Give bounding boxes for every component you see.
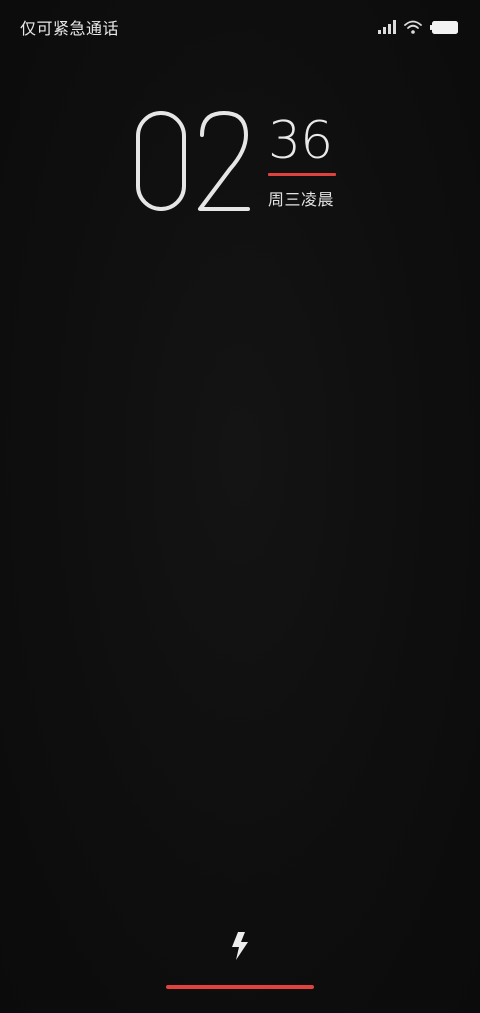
date-label: 周三凌晨 [268, 190, 335, 209]
clock-hours [130, 105, 255, 220]
wifi-icon [404, 20, 422, 34]
status-bar: 仅可紧急通话 [0, 0, 480, 52]
battery-icon [430, 20, 458, 34]
charging-progress-bar [166, 985, 314, 989]
clock-hours-digits [136, 111, 250, 211]
lightning-icon [232, 932, 248, 960]
lock-screen: 仅可紧急通话 36 周三凌晨 [0, 0, 480, 1013]
status-icons [378, 18, 458, 36]
lock-clock: 36 周三凌晨 [0, 105, 480, 245]
carrier-status-text: 仅可紧急通话 [20, 19, 120, 38]
minute-underline [268, 173, 336, 176]
signal-icon [378, 20, 396, 34]
clock-minutes: 36 [268, 111, 333, 171]
clock-minutes-block: 36 周三凌晨 [268, 113, 348, 210]
